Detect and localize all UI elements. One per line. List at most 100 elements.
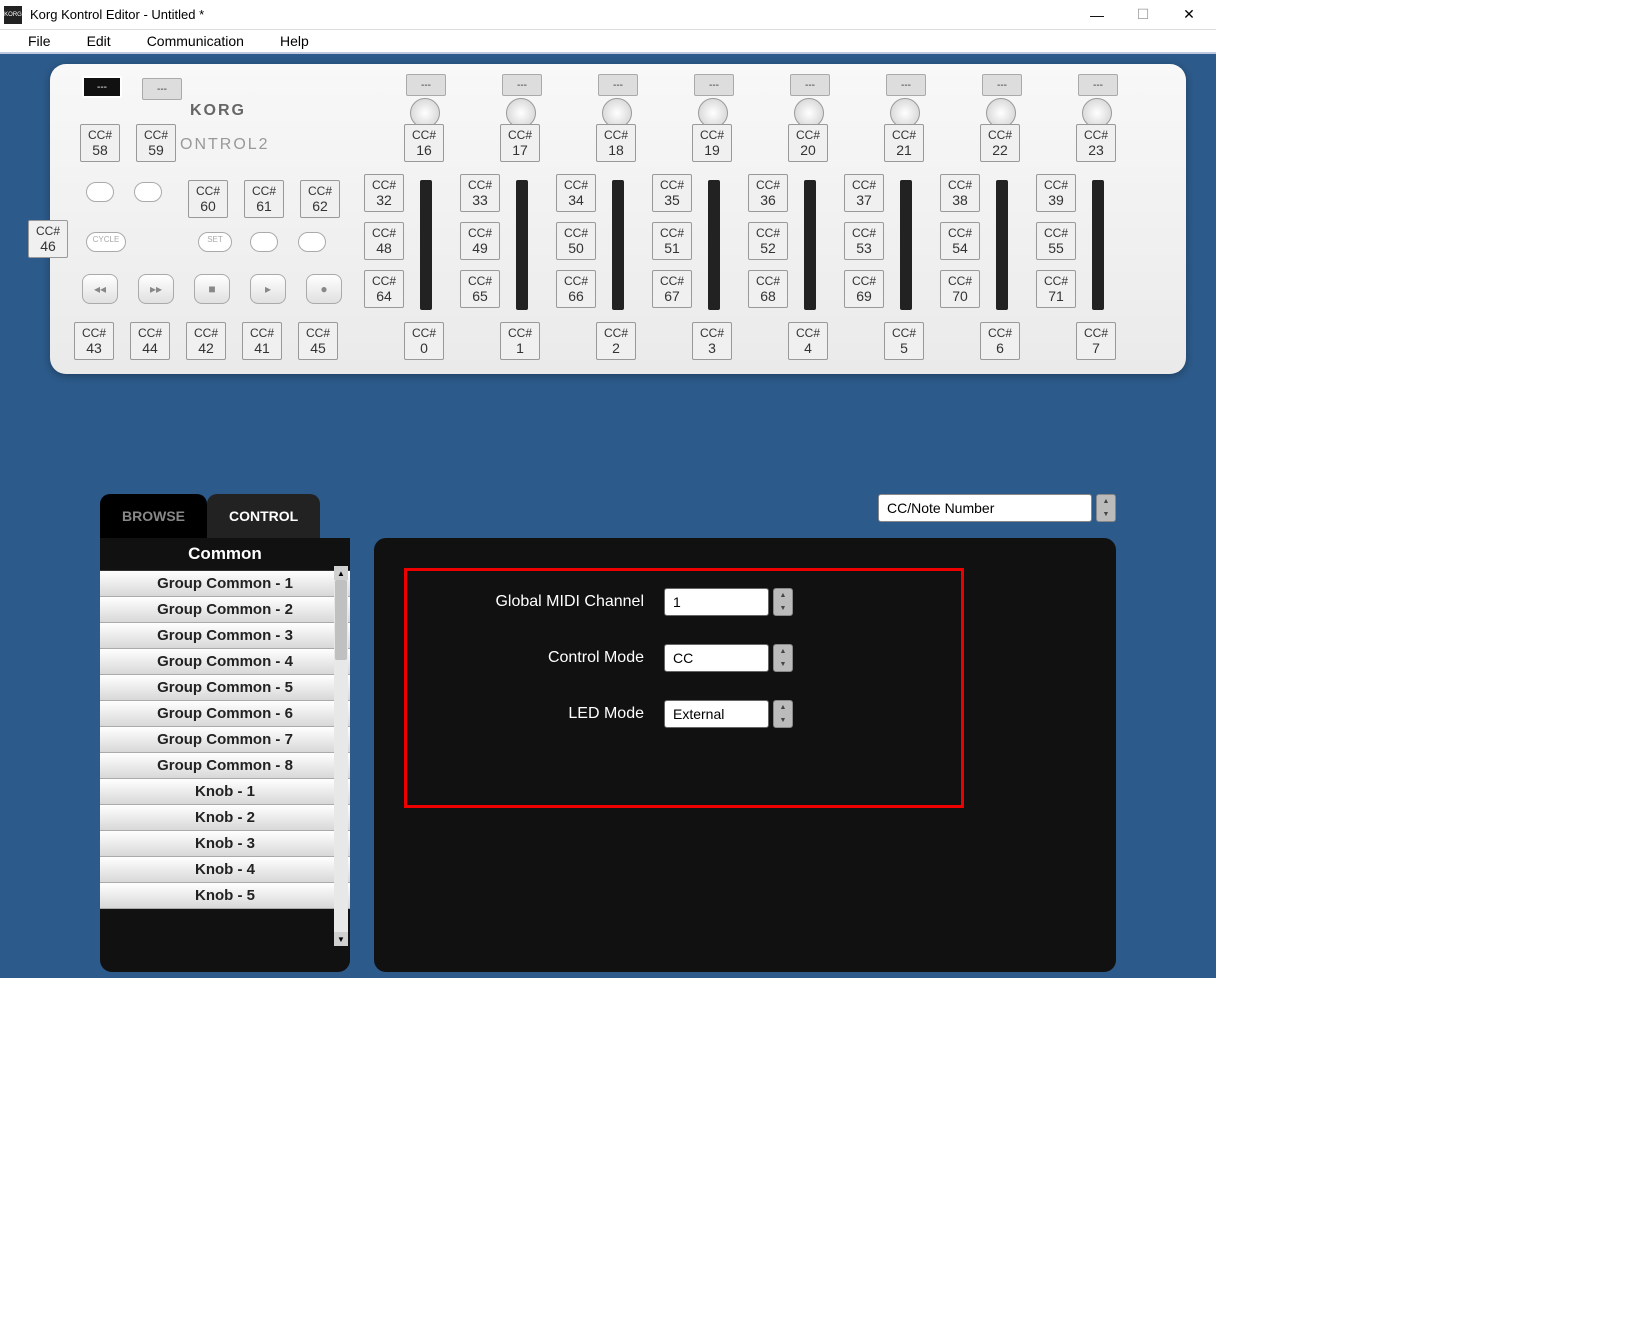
cc-label-61[interactable]: CC#61	[244, 180, 284, 218]
cc-slider-3[interactable]: CC#2	[596, 322, 636, 360]
cc-mute-8[interactable]: CC#55	[1036, 222, 1076, 260]
cc-knob-8[interactable]: CC#23	[1076, 124, 1116, 162]
cc-label-41[interactable]: CC#41	[242, 322, 282, 360]
marker-left-button[interactable]	[250, 232, 278, 252]
sidebar-item-7[interactable]: Group Common - 8	[100, 753, 350, 779]
cc-slider-6[interactable]: CC#5	[884, 322, 924, 360]
cycle-button[interactable]: CYCLE	[86, 232, 126, 252]
set-button[interactable]: SET	[198, 232, 232, 252]
cc-rec-7[interactable]: CC#70	[940, 270, 980, 308]
cc-solo-3[interactable]: CC#34	[556, 174, 596, 212]
sidebar-item-11[interactable]: Knob - 4	[100, 857, 350, 883]
cc-slider-8[interactable]: CC#7	[1076, 322, 1116, 360]
cc-solo-1[interactable]: CC#32	[364, 174, 404, 212]
cc-slider-4[interactable]: CC#3	[692, 322, 732, 360]
scroll-down-icon[interactable]: ▼	[334, 932, 348, 946]
sidebar-item-3[interactable]: Group Common - 4	[100, 649, 350, 675]
stop-button[interactable]: ■	[194, 274, 230, 304]
sidebar-item-5[interactable]: Group Common - 6	[100, 701, 350, 727]
cc-knob-2[interactable]: CC#17	[500, 124, 540, 162]
knob-display-6[interactable]: ---	[886, 74, 926, 96]
cc-label-45[interactable]: CC#45	[298, 322, 338, 360]
cc-mute-4[interactable]: CC#51	[652, 222, 692, 260]
sidebar-item-10[interactable]: Knob - 3	[100, 831, 350, 857]
cc-knob-4[interactable]: CC#19	[692, 124, 732, 162]
menu-help[interactable]: Help	[262, 33, 327, 49]
scrollbar[interactable]: ▲ ▼	[334, 566, 348, 946]
marker-right-button[interactable]	[298, 232, 326, 252]
sidebar-item-8[interactable]: Knob - 1	[100, 779, 350, 805]
menu-edit[interactable]: Edit	[69, 33, 129, 49]
cc-label-58[interactable]: CC#58	[80, 124, 120, 162]
cc-rec-4[interactable]: CC#67	[652, 270, 692, 308]
menu-communication[interactable]: Communication	[129, 33, 262, 49]
play-button[interactable]: ▸	[250, 274, 286, 304]
cc-rec-2[interactable]: CC#65	[460, 270, 500, 308]
maximize-button[interactable]: ☐	[1120, 1, 1166, 29]
tab-control[interactable]: CONTROL	[207, 494, 320, 538]
cc-rec-6[interactable]: CC#69	[844, 270, 884, 308]
cc-label-42[interactable]: CC#42	[186, 322, 226, 360]
fader-2[interactable]	[516, 180, 528, 310]
cc-solo-2[interactable]: CC#33	[460, 174, 500, 212]
knob-display-2[interactable]: ---	[502, 74, 542, 96]
cc-knob-3[interactable]: CC#18	[596, 124, 636, 162]
sidebar-item-9[interactable]: Knob - 2	[100, 805, 350, 831]
knob-display-1[interactable]: ---	[406, 74, 446, 96]
display-mode-stepper[interactable]: ▲▼	[1096, 494, 1116, 522]
cc-slider-1[interactable]: CC#0	[404, 322, 444, 360]
fader-4[interactable]	[708, 180, 720, 310]
cc-mute-7[interactable]: CC#54	[940, 222, 980, 260]
cc-solo-5[interactable]: CC#36	[748, 174, 788, 212]
knob-display-7[interactable]: ---	[982, 74, 1022, 96]
scroll-thumb[interactable]	[335, 580, 347, 660]
cc-slider-7[interactable]: CC#6	[980, 322, 1020, 360]
track-right-button[interactable]	[134, 182, 162, 202]
display-mode-input[interactable]	[878, 494, 1092, 522]
fader-3[interactable]	[612, 180, 624, 310]
cc-solo-8[interactable]: CC#39	[1036, 174, 1076, 212]
fader-6[interactable]	[900, 180, 912, 310]
sidebar-item-4[interactable]: Group Common - 5	[100, 675, 350, 701]
cc-mute-1[interactable]: CC#48	[364, 222, 404, 260]
sidebar-item-2[interactable]: Group Common - 3	[100, 623, 350, 649]
cc-mute-5[interactable]: CC#52	[748, 222, 788, 260]
cc-rec-5[interactable]: CC#68	[748, 270, 788, 308]
cc-rec-1[interactable]: CC#64	[364, 270, 404, 308]
fader-7[interactable]	[996, 180, 1008, 310]
cc-mute-6[interactable]: CC#53	[844, 222, 884, 260]
minimize-button[interactable]: —	[1074, 1, 1120, 29]
cc-slider-2[interactable]: CC#1	[500, 322, 540, 360]
tab-browse[interactable]: BROWSE	[100, 494, 207, 538]
rewind-button[interactable]: ◂◂	[82, 274, 118, 304]
cc-solo-7[interactable]: CC#38	[940, 174, 980, 212]
cc-label-43[interactable]: CC#43	[74, 322, 114, 360]
scene-display[interactable]: ---	[82, 76, 122, 98]
scene-display-2[interactable]: ---	[142, 78, 182, 100]
cc-knob-1[interactable]: CC#16	[404, 124, 444, 162]
cc-label-60[interactable]: CC#60	[188, 180, 228, 218]
display-mode-combo[interactable]: ▲▼	[878, 494, 1116, 522]
cc-label-46[interactable]: CC#46	[28, 220, 68, 258]
knob-display-3[interactable]: ---	[598, 74, 638, 96]
cc-mute-2[interactable]: CC#49	[460, 222, 500, 260]
cc-rec-8[interactable]: CC#71	[1036, 270, 1076, 308]
cc-slider-5[interactable]: CC#4	[788, 322, 828, 360]
record-button[interactable]: ●	[306, 274, 342, 304]
cc-mute-3[interactable]: CC#50	[556, 222, 596, 260]
cc-solo-4[interactable]: CC#35	[652, 174, 692, 212]
cc-solo-6[interactable]: CC#37	[844, 174, 884, 212]
cc-knob-5[interactable]: CC#20	[788, 124, 828, 162]
sidebar-header[interactable]: Common	[100, 538, 350, 571]
close-button[interactable]: ✕	[1166, 1, 1212, 29]
cc-rec-3[interactable]: CC#66	[556, 270, 596, 308]
knob-display-4[interactable]: ---	[694, 74, 734, 96]
forward-button[interactable]: ▸▸	[138, 274, 174, 304]
sidebar-item-6[interactable]: Group Common - 7	[100, 727, 350, 753]
track-left-button[interactable]	[86, 182, 114, 202]
cc-label-44[interactable]: CC#44	[130, 322, 170, 360]
fader-5[interactable]	[804, 180, 816, 310]
scroll-up-icon[interactable]: ▲	[334, 566, 348, 580]
sidebar-item-12[interactable]: Knob - 5	[100, 883, 350, 909]
menu-file[interactable]: File	[10, 33, 69, 49]
